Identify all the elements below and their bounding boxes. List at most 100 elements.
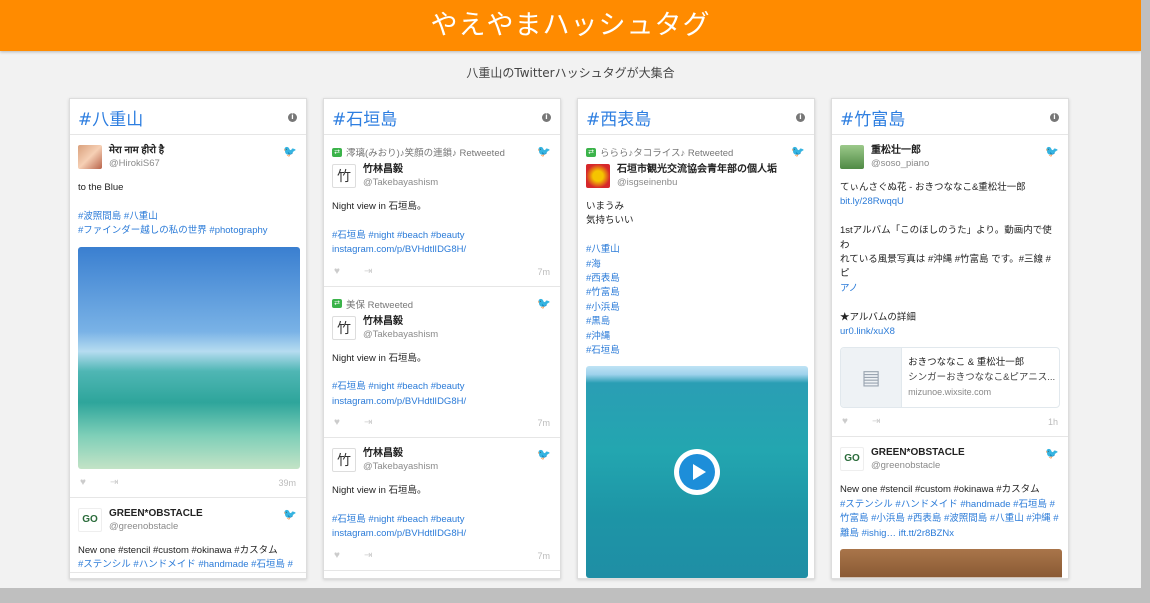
avatar[interactable] [78, 145, 102, 169]
column-title[interactable]: #西表島 [586, 105, 651, 130]
user-handle[interactable]: @greenobstacle [871, 459, 965, 473]
column-taketomi[interactable]: #竹富島 i 🐦 重松壮一郎 @soso_piano てぃんさぐぬ花 - おきつな… [831, 98, 1069, 579]
hashtag-link[interactable]: #ステンシル #ハンドメイド #handmade #石垣島 # [78, 558, 298, 572]
share-icon[interactable]: ⇥ [110, 477, 118, 488]
avatar[interactable] [586, 164, 610, 188]
share-icon[interactable]: ⇥ [364, 417, 372, 428]
hashtag-link[interactable]: #ステンシル #ハンドメイド #handmade #石垣島 # [840, 498, 1060, 512]
user-handle[interactable]: @HirokiS67 [109, 157, 164, 171]
tweet[interactable]: 🐦 ⇄ 澪璃(みおり)♪笑顔の連鎖♪ Retweeted 竹 竹林昌毅 @Takeb… [324, 135, 560, 287]
hashtag-link[interactable]: #小浜島 [586, 301, 806, 315]
twitter-bird-icon[interactable]: 🐦 [537, 145, 551, 158]
column-ishigaki[interactable]: #石垣島 i 🐦 ⇄ 澪璃(みおり)♪笑顔の連鎖♪ Retweeted 竹 竹林昌… [323, 98, 561, 579]
user-name[interactable]: 竹林昌毅 [363, 164, 438, 176]
twitter-bird-icon[interactable]: 🐦 [1045, 447, 1059, 460]
user-name[interactable]: GREEN*OBSTACLE [871, 447, 965, 459]
url-link[interactable]: instagram.com/p/BVHdtlIDG8H/ [332, 243, 552, 257]
retweeted-by[interactable]: ららら♪タコライス♪ Retweeted [600, 145, 733, 159]
tweet[interactable]: 🐦 GO GREEN*OBSTACLE @greenobstacle New on… [832, 437, 1068, 578]
retweeted-by[interactable]: 美保 Retweeted [346, 297, 413, 311]
hashtag-link[interactable]: #ファインダー越しの私の世界 #photography [78, 224, 298, 238]
heart-icon[interactable]: ♥ [842, 416, 848, 427]
user-name[interactable]: 竹林昌毅 [363, 448, 438, 460]
tweet-time[interactable]: 1h [1048, 417, 1058, 427]
heart-icon[interactable]: ♥ [334, 266, 340, 277]
column-iriomote[interactable]: #西表島 i 🐦 ⇄ ららら♪タコライス♪ Retweeted 石垣市観光交流協会… [577, 98, 815, 579]
tweet-video[interactable] [586, 366, 808, 578]
user-name[interactable]: 重松壮一郎 [871, 145, 929, 157]
twitter-bird-icon[interactable]: 🐦 [283, 145, 297, 158]
info-icon[interactable]: i [542, 113, 551, 122]
column-title[interactable]: #竹富島 [840, 105, 905, 130]
hashtag-link[interactable]: #石垣島 #night #beach #beauty [332, 513, 552, 527]
user-handle[interactable]: @greenobstacle [109, 520, 203, 534]
user-name[interactable]: 石垣市観光交流協会青年部の個人垢 [617, 164, 777, 176]
avatar[interactable]: 竹 [332, 164, 356, 188]
column-yaeyama[interactable]: #八重山 i 🐦 मेरा नाम हीरो है @HirokiS67 to t… [69, 98, 307, 579]
tweet-time[interactable]: 7m [537, 418, 550, 428]
twitter-bird-icon[interactable]: 🐦 [1045, 145, 1059, 158]
tweet-time[interactable]: 39m [278, 478, 296, 488]
twitter-bird-icon[interactable]: 🐦 [791, 145, 805, 158]
tweet-photo[interactable] [840, 549, 1062, 578]
hashtag-link[interactable]: #八重山 [586, 243, 806, 257]
tweet-time[interactable]: 7m [537, 267, 550, 277]
hashtag-link[interactable]: #石垣島 [586, 344, 806, 358]
twitter-bird-icon[interactable]: 🐦 [537, 448, 551, 461]
url-link[interactable]: bit.ly/28RwqqU [840, 195, 1060, 209]
avatar[interactable]: 竹 [332, 315, 356, 340]
share-icon[interactable]: ⇥ [364, 550, 372, 561]
user-handle[interactable]: @Takebayashism [363, 328, 438, 342]
play-icon[interactable] [674, 449, 720, 496]
hashtag-link[interactable]: 離島 #ishig… ift.tt/2r8BZNx [840, 527, 1060, 541]
hashtag-link[interactable]: #石垣島 #night #beach #beauty [332, 229, 552, 243]
tweet-time[interactable]: 7m [537, 551, 550, 561]
url-link[interactable]: instagram.com/p/BVHdtlIDG8H/ [332, 395, 552, 409]
tweet[interactable]: 🐦 मेरा नाम हीरो है @HirokiS67 to the Blue… [70, 135, 306, 498]
hashtag-link[interactable]: アノ [840, 282, 1060, 296]
hashtag-link[interactable]: #沖縄 [586, 330, 806, 344]
user-handle[interactable]: @Takebayashism [363, 176, 438, 190]
tweet-line [78, 195, 298, 209]
info-icon[interactable]: i [796, 113, 805, 122]
url-link[interactable]: ur0.link/xuX8 [840, 325, 1060, 339]
tweet[interactable]: 🐦 ⇄ 美保 Retweeted 竹 竹林昌毅 @Takebayashism Nig… [324, 287, 560, 439]
column-title[interactable]: #八重山 [78, 105, 143, 130]
hashtag-link[interactable]: #石垣島 #night #beach #beauty [332, 380, 552, 394]
share-icon[interactable]: ⇥ [872, 416, 880, 427]
info-icon[interactable]: i [288, 113, 297, 122]
hashtag-link[interactable]: #海 [586, 258, 806, 272]
user-handle[interactable]: @isgseinenbu [617, 176, 777, 190]
hashtag-link[interactable]: #竹富島 [586, 286, 806, 300]
avatar[interactable]: 竹 [332, 448, 356, 473]
tweet[interactable]: 🐦 ⇄ ららら♪タコライス♪ Retweeted 石垣市観光交流協会青年部の個人垢… [578, 135, 814, 578]
tweet[interactable]: 🐦 GO GREEN*OBSTACLE @greenobstacle New on… [70, 498, 306, 574]
heart-icon[interactable]: ♥ [334, 550, 340, 561]
retweeted-by[interactable]: 澪璃(みおり)♪笑顔の連鎖♪ Retweeted [346, 145, 505, 159]
avatar[interactable] [840, 145, 864, 169]
heart-icon[interactable]: ♥ [334, 417, 340, 428]
tweet[interactable]: 🐦 竹 竹林昌毅 @Takebayashism Night view in 石垣島… [324, 438, 560, 571]
user-name[interactable]: मेरा नाम हीरो है [109, 145, 164, 157]
info-icon[interactable]: i [1050, 113, 1059, 122]
tweet-photo[interactable] [78, 246, 300, 469]
tweet[interactable]: 🐦 重松壮一郎 @soso_piano てぃんさぐぬ花 - おきつななこ&重松壮一… [832, 135, 1068, 438]
share-icon[interactable]: ⇥ [364, 266, 372, 277]
column-title[interactable]: #石垣島 [332, 105, 397, 130]
heart-icon[interactable]: ♥ [80, 477, 86, 488]
avatar[interactable]: GO [78, 507, 102, 532]
url-link[interactable]: instagram.com/p/BVHdtlIDG8H/ [332, 527, 552, 541]
user-name[interactable]: GREEN*OBSTACLE [109, 508, 203, 520]
hashtag-link[interactable]: #黒島 [586, 315, 806, 329]
user-handle[interactable]: @soso_piano [871, 157, 929, 171]
twitter-bird-icon[interactable]: 🐦 [537, 297, 551, 310]
hashtag-link[interactable]: #波照間島 #八重山 [78, 210, 298, 224]
twitter-bird-icon[interactable]: 🐦 [283, 508, 297, 521]
avatar[interactable]: GO [840, 447, 864, 472]
tweet-line [840, 210, 1060, 224]
user-name[interactable]: 竹林昌毅 [363, 316, 438, 328]
hashtag-link[interactable]: #西表島 [586, 272, 806, 286]
link-card[interactable]: ▤ おきつななこ & 重松壮一郎 シンガーおきつななこ&ピアニス... mizu… [840, 347, 1060, 409]
hashtag-link[interactable]: 竹富島 #小浜島 #西表島 #波照間島 #八重山 #沖縄 # [840, 512, 1060, 526]
user-handle[interactable]: @Takebayashism [363, 460, 438, 474]
